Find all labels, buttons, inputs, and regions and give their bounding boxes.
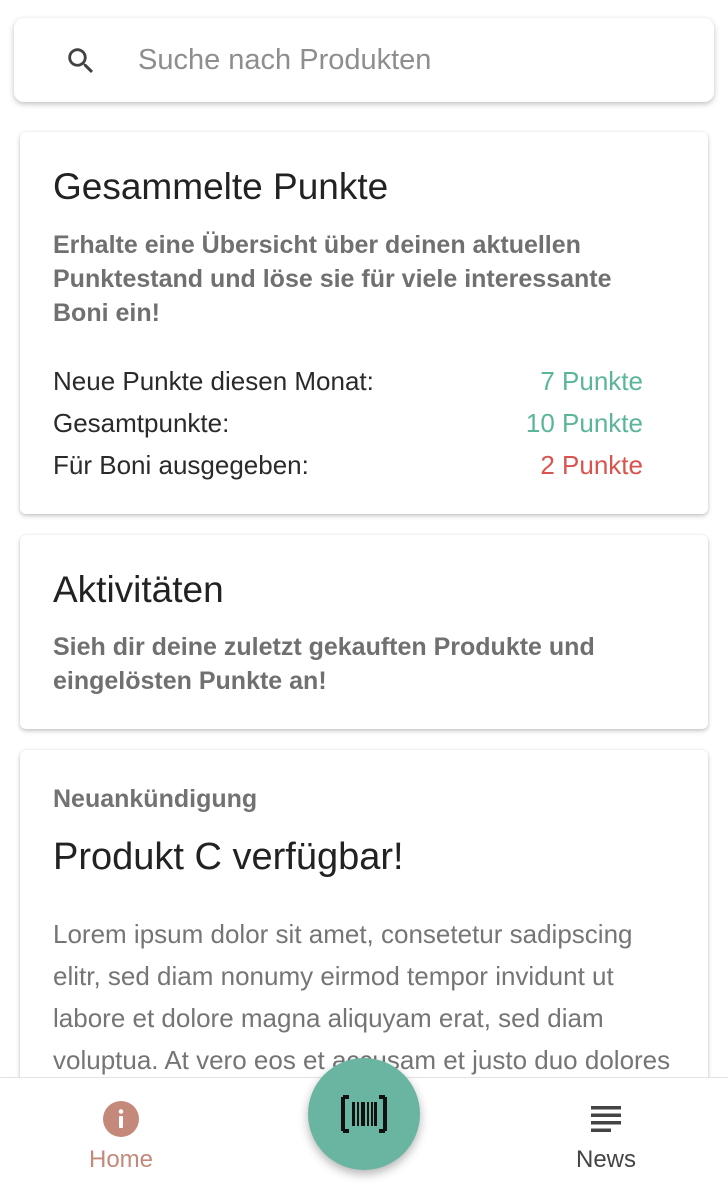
barcode-scanner-icon <box>341 1095 387 1133</box>
points-row-total: Gesamtpunkte: 10 Punkte <box>53 408 643 444</box>
news-overline: Neuankündigung <box>53 785 258 813</box>
search-icon[interactable] <box>64 44 98 78</box>
nav-item-home[interactable]: Home <box>51 1078 191 1190</box>
points-row-label: Neue Punkte diesen Monat: <box>53 366 374 396</box>
points-card-subtitle: Erhalte eine Übersicht über deinen aktue… <box>53 231 612 327</box>
points-card[interactable]: Gesammelte Punkte Erhalte eine Übersicht… <box>20 132 708 514</box>
search-input[interactable] <box>138 40 698 80</box>
news-icon <box>591 1106 621 1132</box>
points-row-label: Gesamtpunkte: <box>53 408 230 438</box>
nav-label-news: News <box>575 1146 636 1173</box>
points-row-label: Für Boni ausgegeben: <box>53 450 309 480</box>
activities-card-title: Aktivitäten <box>53 569 224 610</box>
activities-card-subtitle: Sieh dir deine zuletzt gekauften Produkt… <box>53 633 595 695</box>
info-icon <box>103 1101 139 1137</box>
nav-label-home: Home <box>88 1146 154 1173</box>
activities-card[interactable]: Aktivitäten Sieh dir deine zuletzt gekau… <box>20 535 708 729</box>
points-row-value: 7 Punkte <box>540 366 643 396</box>
points-card-title: Gesammelte Punkte <box>53 166 389 207</box>
search-bar[interactable] <box>14 18 714 102</box>
news-title: Produkt C verfügbar! <box>53 836 404 878</box>
points-row-value: 10 Punkte <box>525 408 643 438</box>
scan-button[interactable] <box>308 1058 420 1170</box>
points-row-value: 2 Punkte <box>540 450 643 480</box>
nav-item-news[interactable]: News <box>536 1078 676 1190</box>
points-row-new: Neue Punkte diesen Monat: 7 Punkte <box>53 366 643 402</box>
points-row-spent: Für Boni ausgegeben: 2 Punkte <box>53 450 643 486</box>
